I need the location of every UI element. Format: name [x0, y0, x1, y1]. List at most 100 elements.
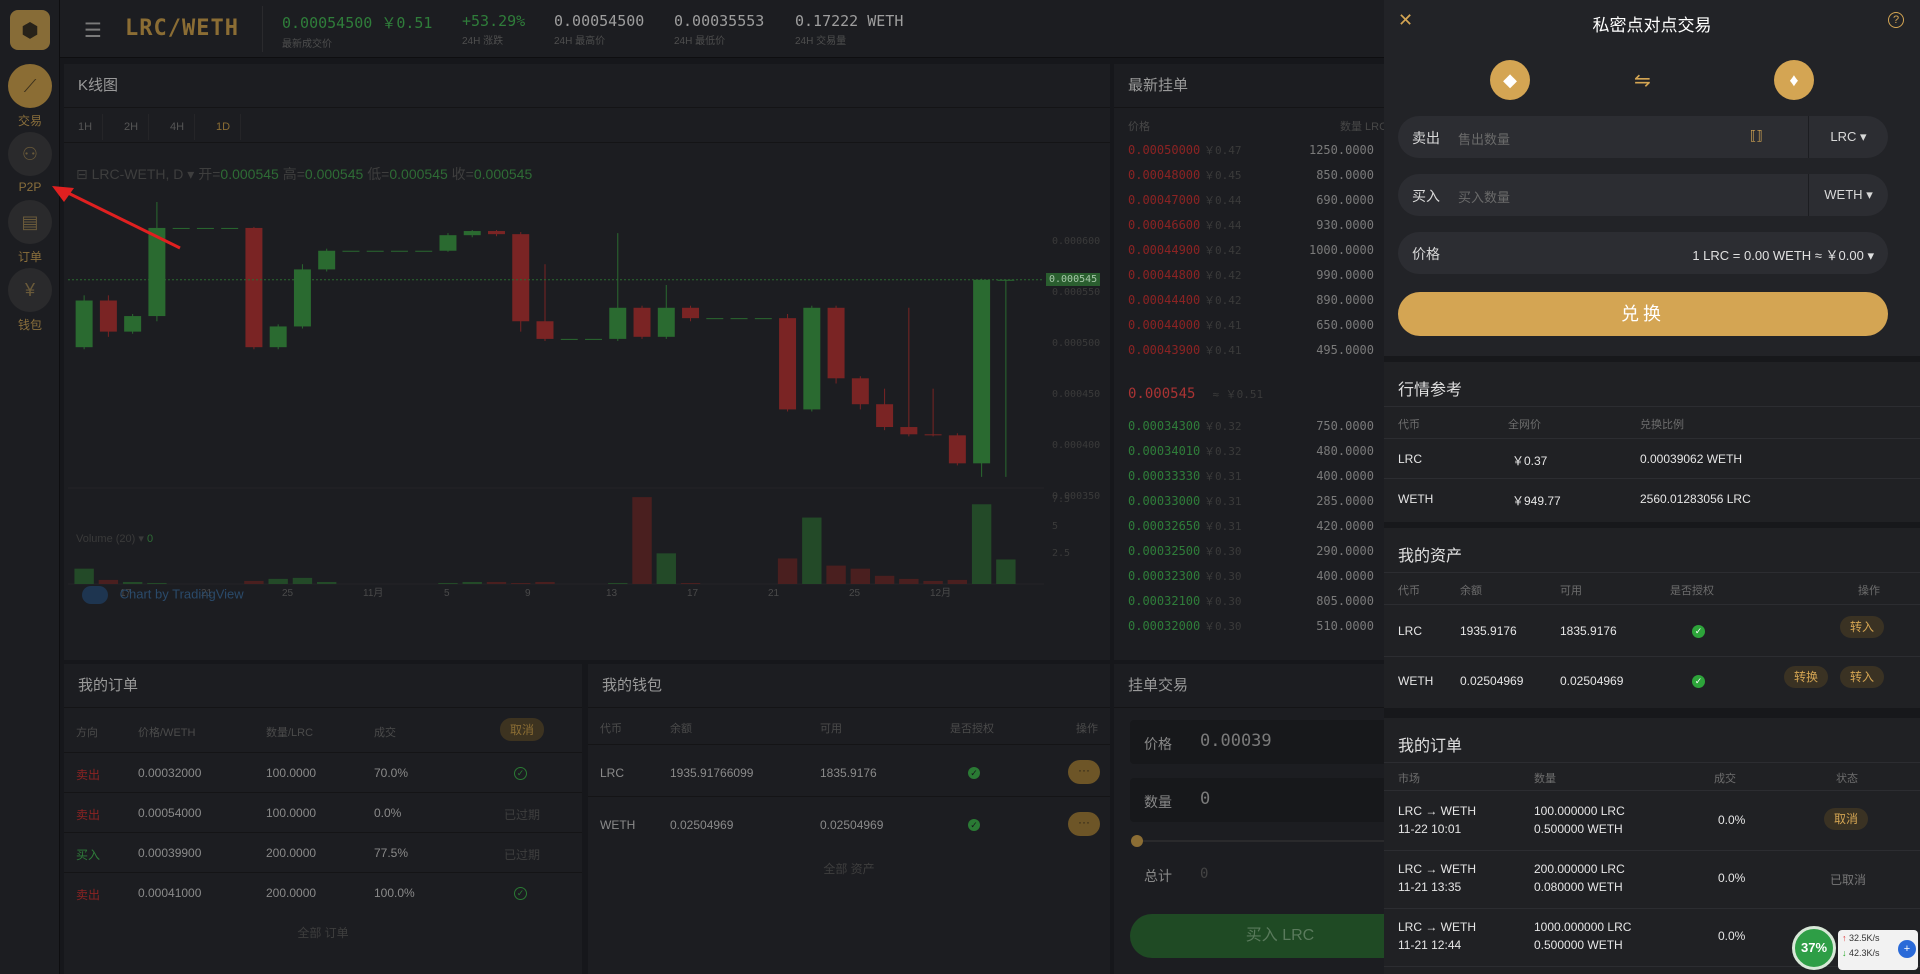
slider-handle[interactable] — [1131, 835, 1143, 847]
convert-button[interactable]: 转换 — [1784, 666, 1829, 688]
buy-token-select[interactable]: WETH ▾ — [1808, 174, 1888, 216]
help-icon[interactable]: ? — [1888, 12, 1904, 28]
wallet-actions-button[interactable]: ··· — [1068, 812, 1100, 836]
max-amount-icon[interactable]: ⟦⟧ — [1750, 128, 1763, 144]
order-book-panel: 最新挂单 价格 数量 LRC 0.00050000 ￥0.47 1250.0000 0… — [1114, 64, 1386, 660]
symbol-label[interactable]: LRC-WETH, D — [92, 166, 184, 182]
order-side: 卖出 — [76, 888, 101, 902]
order-qty: 100.0000 — [266, 766, 317, 780]
collapse-icon[interactable]: ⊟ — [76, 166, 92, 182]
col-filled: 成交 — [374, 727, 396, 739]
vol-tick-label: 5 — [1052, 521, 1059, 532]
y-tick-label: 0.000400 — [1052, 440, 1101, 451]
bid-row[interactable]: 0.00033330 ￥0.31 400.0000 — [1128, 464, 1386, 489]
volume-bar — [292, 577, 313, 584]
col-ratio: 兑换比例 — [1640, 419, 1684, 431]
ask-row[interactable]: 0.00047000 ￥0.44 690.0000 — [1128, 188, 1386, 213]
bid-row[interactable]: 0.00032650 ￥0.31 420.0000 — [1128, 514, 1386, 539]
transfer-in-button[interactable]: 转入 — [1840, 666, 1885, 688]
bid-row[interactable]: 0.00032100 ￥0.30 805.0000 — [1128, 589, 1386, 614]
network-speed-widget[interactable]: 37% ↑ 32.5K/s ↓ 42.3K/s + — [1792, 924, 1920, 974]
pair-title[interactable]: LRC/WETH — [125, 16, 239, 41]
swap-direction-icon[interactable]: ⇋ — [1634, 68, 1651, 93]
all-assets-link[interactable]: 全部 资产 — [588, 860, 1110, 877]
buy-amount-input[interactable]: 买入数量 — [1458, 187, 1510, 206]
tf-4h[interactable]: 4H — [160, 114, 196, 140]
bid-row[interactable]: 0.00032500 ￥0.30 290.0000 — [1128, 539, 1386, 564]
candle-body — [536, 321, 554, 339]
divider — [1384, 406, 1920, 407]
ask-row[interactable]: 0.00044900 ￥0.42 1000.0000 — [1128, 238, 1386, 263]
ask-row[interactable]: 0.00044800 ￥0.42 990.0000 — [1128, 263, 1386, 288]
candle-body — [342, 250, 360, 252]
sell-label: 卖出 — [1412, 130, 1440, 146]
tf-2h[interactable]: 2H — [114, 114, 150, 140]
vol-tick-label: 2.5 — [1052, 548, 1071, 559]
divider — [64, 752, 582, 753]
bid-row[interactable]: 0.00033000 ￥0.31 285.0000 — [1128, 489, 1386, 514]
cancel-order-button[interactable]: 取消 — [1824, 808, 1869, 830]
price-field[interactable]: 价格 0.00039 — [1130, 720, 1386, 764]
stat-label: 最新成交价 — [282, 39, 332, 50]
nav-trade[interactable]: ⟋ 交易 — [0, 64, 60, 134]
x-tick-label: 21 — [768, 588, 780, 599]
col-available: 可用 — [1560, 585, 1582, 597]
ask-row[interactable]: 0.00044000 ￥0.41 650.0000 — [1128, 313, 1386, 338]
qty-field[interactable]: 数量 0 — [1130, 778, 1386, 822]
order-qty-from: 100.000000 LRC — [1534, 804, 1625, 818]
receipt-icon: ▤ — [8, 200, 52, 244]
volume-bar — [608, 582, 628, 584]
bid-row[interactable]: 0.00032000 ￥0.30 510.0000 — [1128, 614, 1386, 639]
chevron-down-icon[interactable]: ▾ — [187, 166, 198, 182]
col-side: 方向 — [76, 727, 98, 739]
ohlc-low: 0.000545 — [389, 166, 448, 182]
transfer-in-button[interactable]: 转入 — [1840, 616, 1885, 638]
ask-row[interactable]: 0.00044400 ￥0.42 890.0000 — [1128, 288, 1386, 313]
menu-toggle-icon[interactable]: ☰ — [84, 18, 102, 43]
wallet-actions-button[interactable]: ··· — [1068, 760, 1100, 784]
x-tick-label: 25 — [849, 588, 861, 599]
ask-row[interactable]: 0.00050000 ￥0.47 1250.0000 — [1128, 138, 1386, 163]
sell-field[interactable]: 卖出 售出数量 ⟦⟧ LRC ▾ — [1398, 116, 1888, 158]
tf-1h[interactable]: 1H — [68, 114, 104, 140]
divider — [64, 792, 582, 793]
ask-c: ￥0.42 — [1204, 294, 1242, 307]
arrow-shaft — [61, 188, 181, 250]
swap-button[interactable]: 兑换 — [1398, 292, 1888, 336]
stat-change: +53.29% 24H 涨跌 — [462, 12, 525, 47]
chevron-down-icon[interactable]: ▾ — [138, 533, 147, 545]
app-logo-icon[interactable]: ⬢ — [10, 10, 50, 50]
completed-check-icon: ✓ — [514, 767, 527, 780]
buy-field[interactable]: 买入 买入数量 WETH ▾ — [1398, 174, 1888, 216]
wallet-balance: 1935.91766099 — [670, 766, 754, 780]
all-orders-link[interactable]: 全部 订单 — [64, 924, 582, 941]
volume-legend: Volume (20) ▾ 0 — [76, 532, 153, 545]
buy-lrc-button[interactable]: 买入 LRC — [1130, 914, 1386, 958]
tradingview-watermark[interactable]: Chart by TradingView — [82, 586, 244, 604]
tf-1d[interactable]: 1D — [206, 114, 242, 140]
price-value[interactable]: 1 LRC = 0.00 WETH ≈ ￥0.00 ▾ — [1692, 245, 1874, 264]
cancel-all-button[interactable]: 取消 — [500, 718, 545, 741]
sell-token-select[interactable]: LRC ▾ — [1808, 116, 1888, 158]
amount-slider[interactable] — [1131, 835, 1386, 847]
candlestick-plot[interactable]: 17 21 25 11月 5 9 13 17 21 25 12月 — [68, 192, 1044, 652]
nav-wallet[interactable]: ¥ 钱包 — [0, 268, 60, 338]
weth-token-icon: ♦ — [1774, 60, 1814, 100]
qty-input[interactable]: 0 — [1200, 789, 1210, 809]
bid-row[interactable]: 0.00034300 ￥0.32 750.0000 — [1128, 414, 1386, 439]
bid-row[interactable]: 0.00032300 ￥0.30 400.0000 — [1128, 564, 1386, 589]
price-field[interactable]: 价格 1 LRC = 0.00 WETH ≈ ￥0.00 ▾ — [1398, 232, 1888, 274]
bid-row[interactable]: 0.00034010 ￥0.32 480.0000 — [1128, 439, 1386, 464]
ask-row[interactable]: 0.00043900 ￥0.41 495.0000 — [1128, 338, 1386, 363]
candle-body — [245, 227, 263, 348]
col-actions: 操作 — [1076, 723, 1098, 735]
order-filled: 0.0% — [1718, 813, 1746, 827]
plus-icon[interactable]: + — [1898, 940, 1916, 958]
divider — [1384, 850, 1920, 851]
bid-p: 0.00034010 — [1128, 444, 1201, 458]
price-input[interactable]: 0.00039 — [1200, 731, 1272, 751]
ask-row[interactable]: 0.00048000 ￥0.45 850.0000 — [1128, 163, 1386, 188]
candle-body — [900, 427, 918, 435]
ask-row[interactable]: 0.00046600 ￥0.44 930.0000 — [1128, 213, 1386, 238]
sell-amount-input[interactable]: 售出数量 — [1458, 129, 1510, 148]
